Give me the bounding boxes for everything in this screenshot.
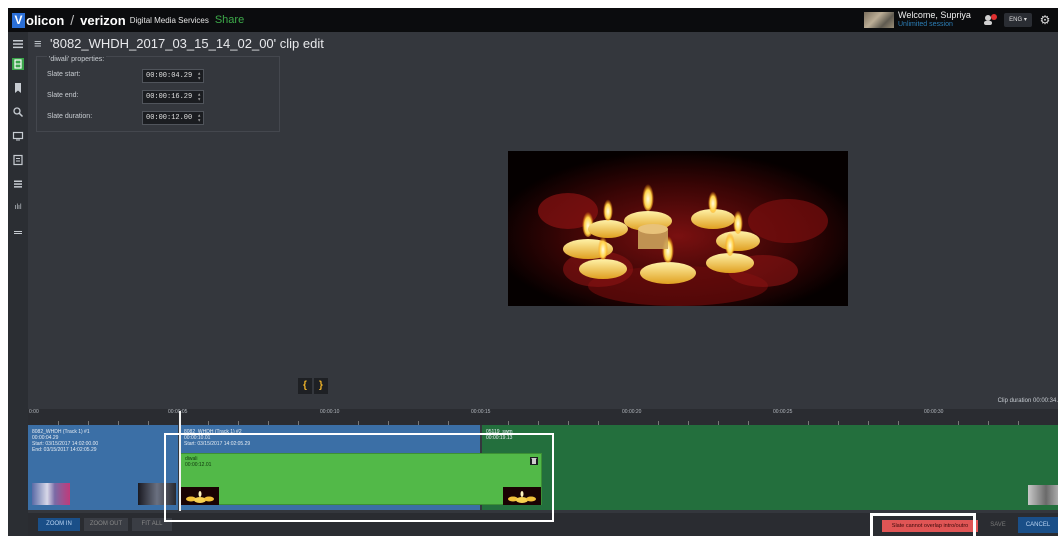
ruler-tick: 0:00 <box>29 409 39 415</box>
zoom-out-button[interactable]: ZOOM OUT <box>84 518 128 531</box>
avatar[interactable] <box>864 12 894 28</box>
slate-duration-label: Slate duration: <box>47 113 93 120</box>
slate-properties-panel: 'diwali' properties: Slate start: 00:00:… <box>36 56 280 132</box>
monitor-icon[interactable] <box>12 130 24 142</box>
slate-end-row: Slate end: 00:00:16.29 ▴ ▾ <box>47 90 277 104</box>
slate-start-spinner-icon[interactable]: ▴ ▾ <box>197 71 201 82</box>
clip-thumbnail <box>1028 485 1058 505</box>
notifications-icon[interactable] <box>982 13 998 27</box>
clip-info: 8082_WHDH (Track 1) #1 00:00:04.29 Start… <box>32 429 98 453</box>
highlight-box <box>164 433 554 522</box>
slate-start-value: 00:00:04.29 <box>146 72 193 80</box>
clip-duration: Clip duration 00:00:34. <box>997 398 1058 404</box>
report-icon[interactable] <box>12 154 24 166</box>
timeline-clip[interactable]: 8082_WHDH (Track 1) #1 00:00:04.29 Start… <box>28 425 178 510</box>
more-icon[interactable] <box>12 226 24 238</box>
slate-end-input[interactable]: 00:00:16.29 ▴ ▾ <box>142 90 204 104</box>
video-preview[interactable] <box>508 151 848 306</box>
ruler-tick: 00:00:10 <box>320 409 340 415</box>
share-link[interactable]: Share <box>215 14 244 26</box>
brand-logo[interactable]: V olicon / verizon Digital Media Service… <box>8 12 244 28</box>
sidebar: ılıl <box>8 32 28 536</box>
top-bar: V olicon / verizon Digital Media Service… <box>8 8 1058 32</box>
slate-start-input[interactable]: 00:00:04.29 ▴ ▾ <box>142 69 204 83</box>
slate-duration-value: 00:00:12.00 <box>146 114 193 122</box>
clip-edit-icon[interactable] <box>12 58 24 70</box>
cancel-button[interactable]: CANCEL <box>1018 517 1058 533</box>
ruler-tick: 00:00:25 <box>773 409 793 415</box>
list-icon[interactable] <box>12 178 24 190</box>
next-frame-button[interactable]: } <box>314 378 328 394</box>
timeline-ruler[interactable]: 0:00 00:00:05 00:00:10 00:00:15 00:00:20… <box>28 409 1058 425</box>
brand-partner: verizon <box>80 12 126 28</box>
properties-legend: 'diwali' properties: <box>47 56 107 63</box>
slate-start-row: Slate start: 00:00:04.29 ▴ ▾ <box>47 69 277 83</box>
timeline-clip[interactable]: 05119_swm 00:00:19.13 <box>482 425 1058 510</box>
highlight-box <box>870 513 976 536</box>
zoom-in-button[interactable]: ZOOM IN <box>38 518 80 531</box>
welcome-block: Welcome, Supriya Unlimited session <box>898 11 978 29</box>
save-button[interactable]: SAVE <box>983 518 1013 532</box>
session-text: Unlimited session <box>898 21 953 28</box>
brand-name: olicon <box>26 12 65 28</box>
page-title-text: '8082_WHDH_2017_03_15_14_02_00' clip edi… <box>50 36 324 51</box>
frame-nav: { } <box>298 378 328 394</box>
title-menu-icon[interactable]: ≡ <box>34 36 44 51</box>
search-icon[interactable] <box>12 106 24 118</box>
candles-image <box>508 151 848 306</box>
user-area: Welcome, Supriya Unlimited session ENG ▾… <box>864 8 1058 32</box>
ruler-tick: 00:00:20 <box>622 409 642 415</box>
analytics-icon[interactable]: ılıl <box>12 202 24 214</box>
ruler-tick: 00:00:05 <box>168 409 188 415</box>
brand-mark: V <box>12 12 25 28</box>
prev-frame-button[interactable]: { <box>298 378 312 394</box>
menu-icon[interactable] <box>12 38 24 50</box>
slate-end-label: Slate end: <box>47 92 79 99</box>
ruler-tick: 00:00:15 <box>471 409 491 415</box>
slate-duration-input[interactable]: 00:00:12.00 ▴ ▾ <box>142 111 204 125</box>
language-select[interactable]: ENG ▾ <box>1004 13 1032 27</box>
brand-separator: / <box>70 12 75 28</box>
slate-duration-row: Slate duration: 00:00:12.00 ▴ ▾ <box>47 111 277 125</box>
language-value: ENG <box>1009 17 1023 23</box>
ruler-tick: 00:00:30 <box>924 409 944 415</box>
welcome-text: Welcome, Supriya <box>898 10 971 20</box>
slate-start-label: Slate start: <box>47 71 81 78</box>
slate-end-spinner-icon[interactable]: ▴ ▾ <box>197 92 201 103</box>
app-window: V olicon / verizon Digital Media Service… <box>8 8 1058 536</box>
gear-icon[interactable]: ⚙ <box>1038 13 1052 27</box>
brand-tagline: Digital Media Services <box>129 15 209 25</box>
clip-thumbnail <box>32 483 70 505</box>
slate-end-value: 00:00:16.29 <box>146 93 193 101</box>
bookmark-icon[interactable] <box>12 82 24 94</box>
slate-duration-spinner-icon[interactable]: ▴ ▾ <box>197 113 201 124</box>
page-title: ≡ '8082_WHDH_2017_03_15_14_02_00' clip ed… <box>34 36 324 51</box>
clip-end: End: 03/15/2017 14:02:05.29 <box>32 447 97 453</box>
